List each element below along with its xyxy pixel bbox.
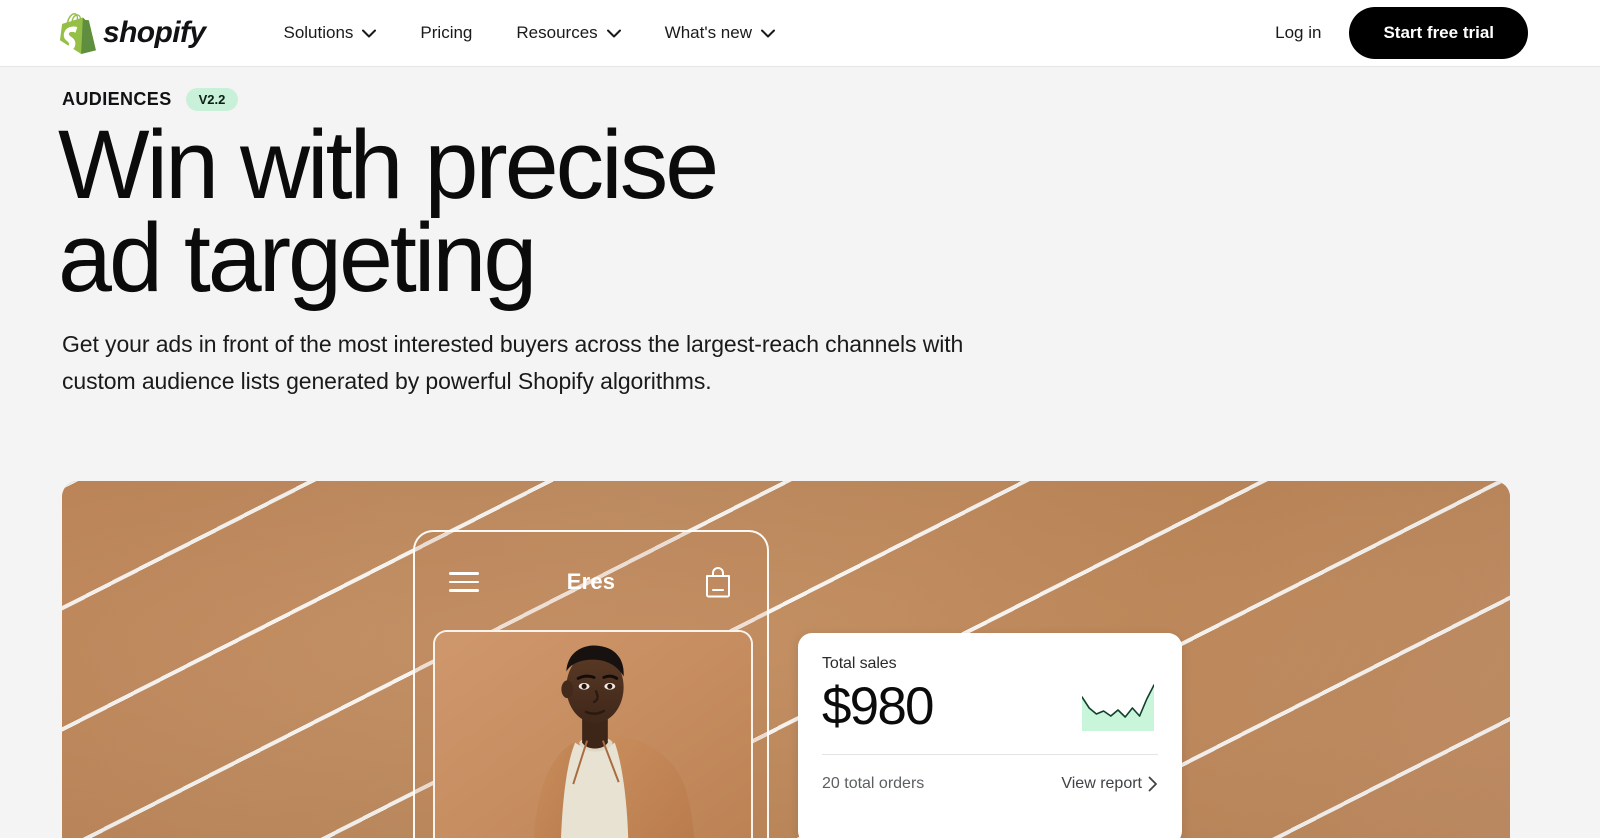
- product-photo-card: [433, 630, 753, 838]
- chevron-down-icon: [606, 29, 621, 37]
- chevron-right-icon: [1148, 776, 1157, 792]
- chevron-down-icon: [362, 29, 377, 37]
- nav-label-resources: Resources: [516, 23, 598, 42]
- nav-item-solutions[interactable]: Solutions: [261, 15, 398, 51]
- headline-line-2: ad targeting: [58, 203, 537, 313]
- model-photo: [435, 632, 751, 838]
- card-divider: [822, 753, 1158, 755]
- header-actions: Log in Start free trial: [1275, 7, 1528, 59]
- nav-label-solutions: Solutions: [283, 23, 354, 42]
- shopify-wordmark: shopify: [103, 16, 206, 49]
- shopping-bag-icon[interactable]: [703, 566, 733, 598]
- nav-item-whats-new[interactable]: What's new: [643, 15, 797, 51]
- hero-eyebrow-row: AUDIENCES V2.2: [62, 88, 239, 111]
- total-sales-value: $980: [822, 677, 935, 736]
- login-link[interactable]: Log in: [1275, 23, 1321, 43]
- main-nav: Solutions Pricing Resources What's new: [261, 15, 797, 51]
- shopify-bag-icon: [60, 12, 96, 54]
- chevron-down-icon: [761, 29, 775, 37]
- hero-banner: Eres Total sales $980 20 total orders Vi…: [62, 481, 1510, 838]
- total-sales-footer: 20 total orders View report: [822, 775, 1158, 793]
- phone-topbar: Eres: [415, 562, 767, 602]
- shopify-logo[interactable]: shopify: [60, 12, 206, 54]
- total-sales-value-row: $980: [822, 677, 1158, 738]
- version-badge: V2.2: [185, 88, 239, 111]
- view-report-link[interactable]: View report: [1061, 775, 1158, 793]
- total-sales-label: Total sales: [822, 655, 897, 672]
- phone-store-title: Eres: [566, 569, 616, 594]
- start-free-trial-button[interactable]: Start free trial: [1349, 7, 1528, 59]
- phone-mockup: Eres: [413, 530, 769, 838]
- total-sales-card: Total sales $980 20 total orders View re…: [798, 633, 1182, 838]
- page-title: Win with precise ad targeting: [58, 116, 958, 306]
- sales-sparkline-chart: [1082, 684, 1154, 732]
- nav-item-resources[interactable]: Resources: [494, 15, 642, 51]
- site-header: shopify Solutions Pricing Resources What…: [0, 0, 1600, 67]
- view-report-label: View report: [1061, 774, 1142, 792]
- nav-item-pricing[interactable]: Pricing: [398, 15, 494, 51]
- hero-subcopy: Get your ads in front of the most intere…: [62, 331, 964, 395]
- hero-eyebrow: AUDIENCES: [62, 89, 172, 109]
- banner-vignette: [62, 481, 1510, 838]
- hamburger-menu-icon[interactable]: [449, 572, 479, 592]
- nav-label-pricing: Pricing: [420, 23, 473, 42]
- nav-label-whats-new: What's new: [664, 23, 752, 42]
- total-orders-label: 20 total orders: [822, 774, 925, 792]
